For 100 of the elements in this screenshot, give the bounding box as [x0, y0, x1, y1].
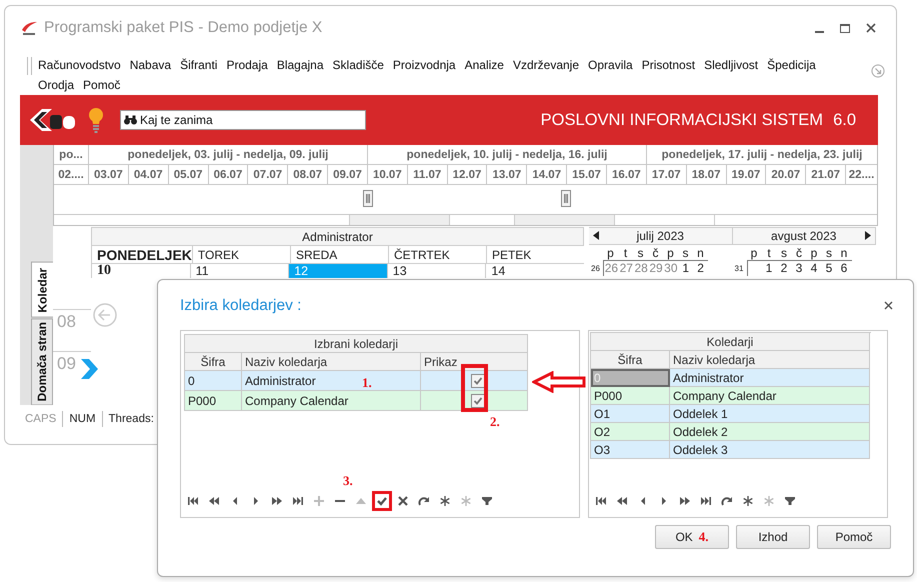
hour-label: 08 [53, 309, 91, 351]
day-header[interactable]: 18.07 [686, 165, 726, 185]
day-header[interactable]: 13.07 [487, 165, 528, 185]
weekday-label: č [795, 246, 803, 260]
calendar-day[interactable]: 3 [792, 261, 806, 276]
day-header[interactable]: 11.07 [408, 165, 448, 185]
table-cell[interactable]: 0 [185, 371, 242, 391]
day-header[interactable]: 19.07 [726, 165, 766, 185]
day-header[interactable]: 09.07 [328, 165, 368, 185]
day-number[interactable]: 10 [91, 264, 190, 278]
table-cell[interactable]: P000 [591, 387, 670, 405]
menu-item[interactable]: Prodaja [226, 55, 268, 75]
column-header: Naziv koledarja [242, 353, 421, 371]
day-header[interactable]: 14.07 [527, 165, 568, 185]
day-header[interactable]: 04.07 [128, 165, 169, 185]
column-header: Šifra [185, 353, 242, 371]
column-header: Šifra [591, 351, 670, 369]
day-number[interactable]: 14 [485, 264, 584, 278]
day-header[interactable]: 21.07 [806, 165, 846, 185]
column-header: Naziv koledarja [670, 351, 870, 369]
table-cell[interactable]: O2 [591, 423, 670, 441]
calendar-day[interactable]: 29 [648, 261, 664, 276]
calendar-day[interactable]: 5 [822, 261, 836, 276]
day-name: PETEK [486, 246, 584, 264]
day-header[interactable]: 05.07 [168, 165, 209, 185]
day-number[interactable]: 13 [386, 264, 486, 278]
dialog-button[interactable]: Pomoč [817, 525, 891, 549]
month-title: julij 2023 [636, 229, 684, 243]
calendar-day[interactable]: 1 [762, 261, 776, 276]
side-tab[interactable]: Domača stran [31, 318, 53, 405]
column-header: Prikaz [421, 353, 528, 371]
menu-item[interactable]: Skladišče [332, 55, 384, 75]
menu-item[interactable]: Pomoč [83, 75, 120, 95]
weekday-label: n [696, 246, 705, 260]
calendar-day[interactable]: 4 [806, 261, 822, 276]
calendar-day[interactable]: 27 [618, 261, 634, 276]
weekday-label: n [840, 246, 848, 260]
day-header[interactable]: 17.07 [646, 165, 687, 185]
calendar-day[interactable]: 2 [776, 261, 792, 276]
table-cell[interactable]: Oddelek 2 [670, 423, 870, 441]
calendar-day[interactable]: 6 [836, 261, 852, 276]
day-header[interactable]: 12.07 [448, 165, 488, 185]
day-header[interactable]: 06.07 [208, 165, 248, 185]
weekday-label: s [780, 246, 788, 260]
calendar-day[interactable]: 28 [634, 261, 649, 276]
day-header[interactable]: 07.07 [248, 165, 288, 185]
menu-item[interactable]: Prisotnost [642, 55, 696, 75]
day-header[interactable]: 03.07 [89, 165, 129, 185]
menu-item[interactable]: Sledljivost [704, 55, 758, 75]
week-number: 31 [734, 264, 744, 272]
search-field[interactable]: Kaj te zanima [120, 110, 366, 130]
weekday-label: s [825, 246, 833, 260]
day-header[interactable]: 22.... [846, 165, 877, 185]
day-name: TOREK [192, 246, 290, 264]
month-title: avgust 2023 [771, 229, 836, 243]
menu-item[interactable]: Vzdrževanje [512, 55, 580, 75]
dialog-button[interactable]: Izhod [736, 525, 810, 549]
menu-item[interactable]: Orodja [38, 75, 74, 95]
weekday-label: p [810, 246, 818, 260]
menu-item[interactable]: Špedicija [767, 55, 816, 75]
weekday-label: p [666, 246, 675, 260]
weekday-label: č [652, 246, 660, 260]
day-header[interactable]: 08.07 [288, 165, 328, 185]
table-cell[interactable]: Company Calendar [670, 387, 870, 405]
day-header[interactable]: 15.07 [567, 165, 607, 185]
calendar-day[interactable]: 26 [604, 261, 619, 276]
table-cell[interactable]: P000 [185, 391, 242, 411]
menu-item[interactable]: Analize [464, 55, 504, 75]
product-name: POSLOVNI INFORMACIJSKI SISTEM [540, 110, 824, 130]
weekday-label: p [606, 246, 615, 260]
day-header[interactable]: 10.07 [368, 165, 408, 185]
annotation-label: 3. [343, 473, 353, 489]
menu-item[interactable]: Proizvodnja [392, 55, 456, 75]
day-header[interactable]: 20.07 [766, 165, 806, 185]
day-header[interactable]: 02.... [54, 165, 89, 185]
table-cell[interactable]: Administrator [670, 369, 870, 387]
calendar-day[interactable]: 2 [693, 261, 708, 276]
version-label: 6.0 [833, 110, 856, 130]
week-header: ponedeljek, 17. julij - nedelja, 23. julij [647, 145, 877, 165]
week-number: 26 [591, 264, 601, 272]
dialog-button[interactable]: OK 4. [655, 525, 729, 549]
table-cell[interactable]: Oddelek 1 [670, 405, 870, 423]
calendar-owner: Administrator [91, 227, 584, 246]
table-cell[interactable]: O3 [591, 441, 670, 459]
weekday-label: t [622, 246, 628, 260]
calendar-day[interactable]: 30 [663, 261, 678, 276]
status-item: NUM [63, 411, 103, 427]
menu-item[interactable]: Blagajna [276, 55, 324, 75]
side-tab[interactable]: Koledar [31, 262, 53, 318]
table-cell[interactable]: Company Calendar [242, 391, 421, 411]
table-cell[interactable]: Oddelek 3 [670, 441, 870, 459]
day-name: PONEDELJEK [91, 246, 192, 264]
menu-item[interactable]: Šifranti [180, 55, 218, 75]
menu-item[interactable]: Računovodstvo [38, 55, 121, 75]
calendar-day[interactable]: 1 [678, 261, 694, 276]
day-header[interactable]: 16.07 [606, 165, 647, 185]
menu-item[interactable]: Opravila [588, 55, 633, 75]
week-header: ponedeljek, 03. julij - nedelja, 09. julij [89, 145, 368, 165]
table-cell[interactable]: O1 [591, 405, 670, 423]
menu-item[interactable]: Nabava [130, 55, 172, 75]
